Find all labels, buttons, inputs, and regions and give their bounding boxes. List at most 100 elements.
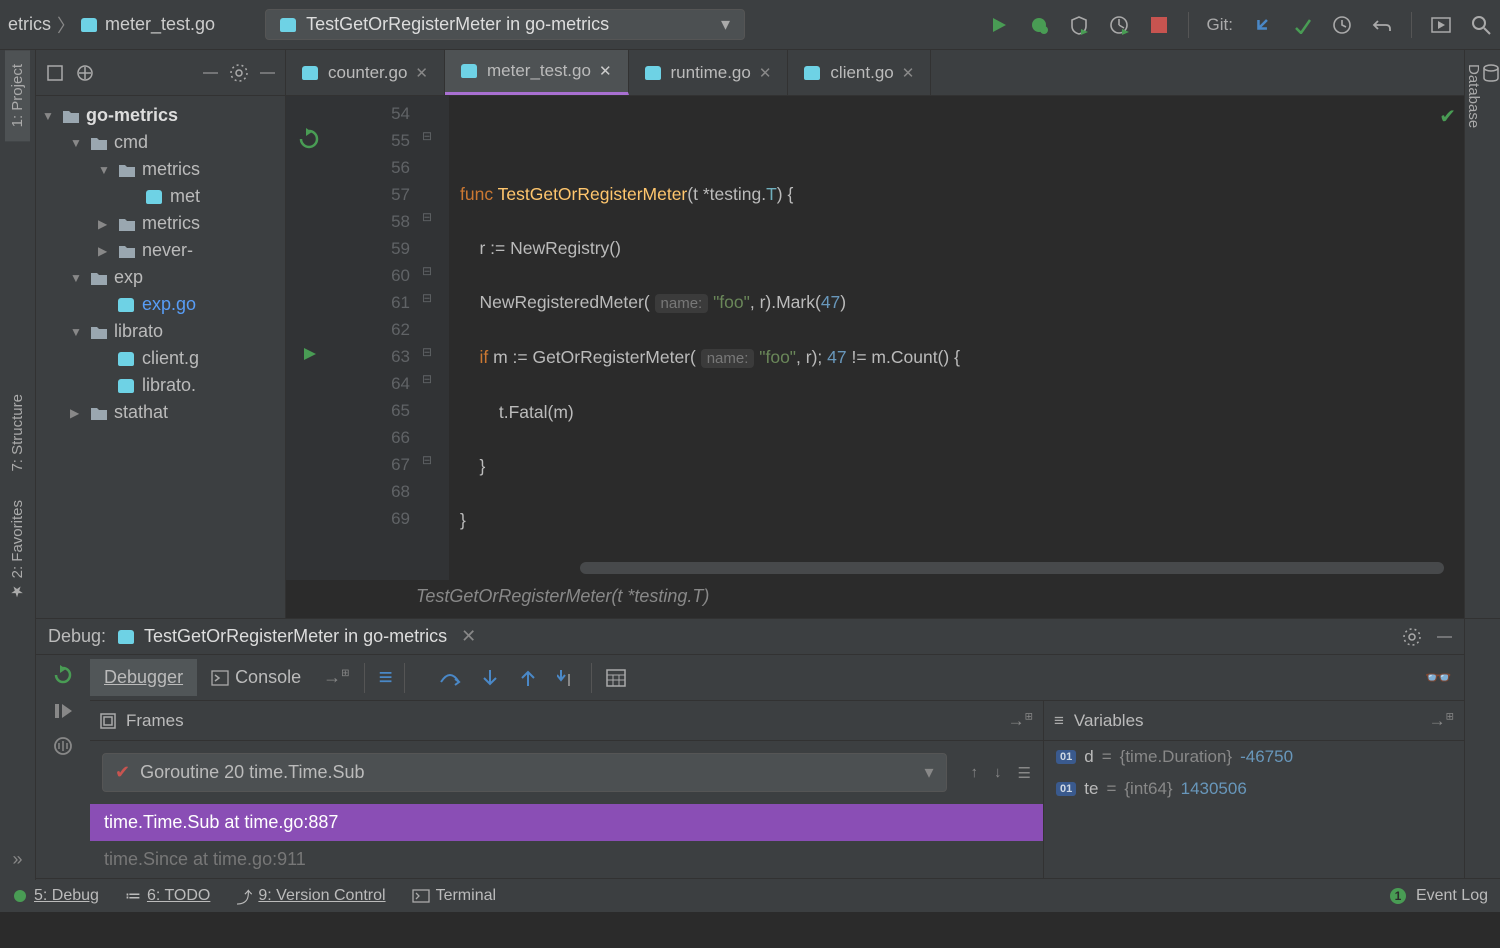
hide-panel-icon[interactable]: — (260, 64, 275, 81)
favorites-tool-tab[interactable]: ★2: Favorites (5, 486, 31, 614)
database-tool-tab[interactable]: Database (1461, 50, 1500, 142)
fold-open-icon[interactable]: ⊟ (422, 129, 432, 143)
debug-tool-window-button[interactable]: 5: Debug (12, 887, 99, 905)
run-button[interactable] (988, 14, 1010, 36)
settings-gear-icon[interactable] (230, 64, 248, 82)
tree-row[interactable]: ▼metrics (36, 156, 285, 183)
tree-row[interactable]: met (36, 183, 285, 210)
code-breadcrumb[interactable]: TestGetOrRegisterMeter(t *testing.T) (286, 580, 1464, 618)
tree-row[interactable]: ▼librato (36, 318, 285, 345)
pause-button[interactable] (54, 737, 72, 755)
pin-icon[interactable]: →⊞ (1429, 711, 1454, 731)
editor-body[interactable]: ✔ 54 55 56 57 58 59 60 61 62 63 64 65 66… (286, 96, 1464, 580)
ide-scripts-button[interactable] (1430, 14, 1452, 36)
coverage-button[interactable] (1068, 14, 1090, 36)
variable-row[interactable]: 01 d = {time.Duration} -46750 (1044, 741, 1464, 773)
more-icon[interactable]: » (12, 849, 22, 870)
fold-open-icon[interactable]: ⊟ (422, 210, 432, 224)
vcs-tool-window-button[interactable]: ⤴9: Version Control (236, 884, 385, 908)
tree-row[interactable]: ▶metrics (36, 210, 285, 237)
fold-open-icon[interactable]: ⊟ (422, 372, 432, 386)
collapse-all-icon[interactable]: — (203, 64, 218, 81)
breadcrumb-file[interactable]: meter_test.go (105, 14, 215, 35)
git-revert-button[interactable] (1371, 14, 1393, 36)
tree-root[interactable]: ▼ go-metrics (36, 102, 285, 129)
pin-icon[interactable]: →⊞ (1008, 711, 1033, 731)
frame-nav: ↑ ↓ ☰ (959, 764, 1043, 782)
debug-content: Frames →⊞ ✔ Goroutine 20 time.Time.Sub ▾… (90, 701, 1464, 878)
tab-runtime[interactable]: runtime.go ✕ (629, 50, 789, 95)
tree-row[interactable]: exp.go (36, 291, 285, 318)
variable-row[interactable]: 01 te = {int64} 1430506 (1044, 773, 1464, 805)
select-opened-file-icon[interactable] (46, 64, 64, 82)
show-exec-point-icon[interactable]: ≡ (379, 664, 390, 692)
fold-close-icon[interactable]: ⊟ (422, 291, 432, 305)
next-frame-icon[interactable]: ↓ (994, 764, 1002, 781)
project-toolbar: — — (36, 50, 285, 96)
fold-close-icon[interactable]: ⊟ (422, 264, 432, 278)
close-icon[interactable]: ✕ (599, 62, 612, 80)
glasses-icon[interactable]: 👓 (1425, 665, 1448, 691)
project-tree[interactable]: ▼ go-metrics ▼cmd▼metricsmet▶metrics▶nev… (36, 96, 285, 618)
console-tab[interactable]: Console (197, 659, 315, 696)
line-gutter[interactable]: 54 55 56 57 58 59 60 61 62 63 64 65 66 6… (330, 96, 420, 580)
hide-panel-icon[interactable]: — (1437, 628, 1452, 646)
step-over-icon[interactable] (439, 668, 461, 688)
stop-button[interactable] (1148, 14, 1170, 36)
resume-button[interactable] (53, 701, 73, 721)
scroll-from-source-icon[interactable] (76, 64, 94, 82)
terminal-tool-window-button[interactable]: Terminal (412, 887, 496, 905)
tab-right-icon[interactable]: →⊞ (323, 667, 349, 688)
tree-row[interactable]: librato. (36, 372, 285, 399)
tree-row[interactable]: ▶never- (36, 237, 285, 264)
rerun-test-icon[interactable] (298, 128, 320, 150)
git-pull-button[interactable] (1251, 14, 1273, 36)
step-out-icon[interactable] (519, 668, 537, 688)
frame-row[interactable]: time.Time.Sub at time.go:887 (90, 804, 1043, 841)
prev-frame-icon[interactable]: ↑ (971, 764, 979, 781)
tree-row[interactable]: ▼exp (36, 264, 285, 291)
event-log-button[interactable]: Event Log (1416, 887, 1488, 905)
fold-gutter[interactable]: ⊟ ⊟ ⊟ ⊟ ⊟ ⊟ ⊟ (420, 96, 450, 580)
project-tool-tab[interactable]: 1: Project (5, 50, 30, 141)
frame-row[interactable]: time.Since at time.go:911 (90, 841, 1043, 878)
close-icon[interactable]: ✕ (415, 64, 428, 82)
fold-open-icon[interactable]: ⊟ (422, 345, 432, 359)
git-label: Git: (1207, 15, 1233, 35)
close-icon[interactable]: ✕ (759, 64, 772, 82)
debugger-tab[interactable]: Debugger (90, 659, 197, 696)
event-count-badge[interactable]: 1 (1390, 888, 1406, 904)
tab-counter[interactable]: counter.go✕ (286, 50, 445, 95)
search-button[interactable] (1470, 14, 1492, 36)
toolbar-actions: Git: (988, 12, 1492, 38)
tree-row[interactable]: ▼cmd (36, 129, 285, 156)
code-area[interactable]: func TestGetOrRegisterMeter(t *testing.T… (450, 96, 1464, 580)
tab-client[interactable]: client.go✕ (788, 50, 931, 95)
status-right: 1 Event Log (1390, 887, 1488, 905)
close-icon[interactable]: ✕ (902, 64, 915, 82)
tree-row[interactable]: client.g (36, 345, 285, 372)
fold-close-icon[interactable]: ⊟ (422, 453, 432, 467)
filter-icon[interactable]: ☰ (1018, 764, 1031, 782)
settings-gear-icon[interactable] (1403, 628, 1421, 646)
git-history-button[interactable] (1331, 14, 1353, 36)
run-to-cursor-icon[interactable] (557, 668, 577, 688)
run-test-icon[interactable] (302, 346, 318, 362)
run-config-selector[interactable]: TestGetOrRegisterMeter in go-metrics ▾ (265, 9, 745, 40)
tab-meter-test[interactable]: meter_test.go✕ (445, 50, 629, 95)
profile-button[interactable] (1108, 14, 1130, 36)
tab-label: runtime.go (671, 63, 751, 83)
step-into-icon[interactable] (481, 668, 499, 688)
debug-button[interactable] (1028, 14, 1050, 36)
tree-row[interactable]: ▶stathat (36, 399, 285, 426)
breadcrumb-part[interactable]: etrics (8, 14, 51, 35)
goroutine-selector[interactable]: ✔ Goroutine 20 time.Time.Sub ▾ (102, 753, 947, 792)
todo-tool-window-button[interactable]: ≔6: TODO (125, 886, 210, 906)
h-scrollbar[interactable] (580, 562, 1444, 574)
rerun-button[interactable] (53, 665, 73, 685)
git-commit-button[interactable] (1291, 14, 1313, 36)
evaluate-icon[interactable] (606, 669, 626, 687)
close-icon[interactable]: ✕ (461, 626, 476, 647)
bug-icon (12, 888, 28, 904)
structure-tool-tab[interactable]: 7: Structure (5, 380, 30, 486)
